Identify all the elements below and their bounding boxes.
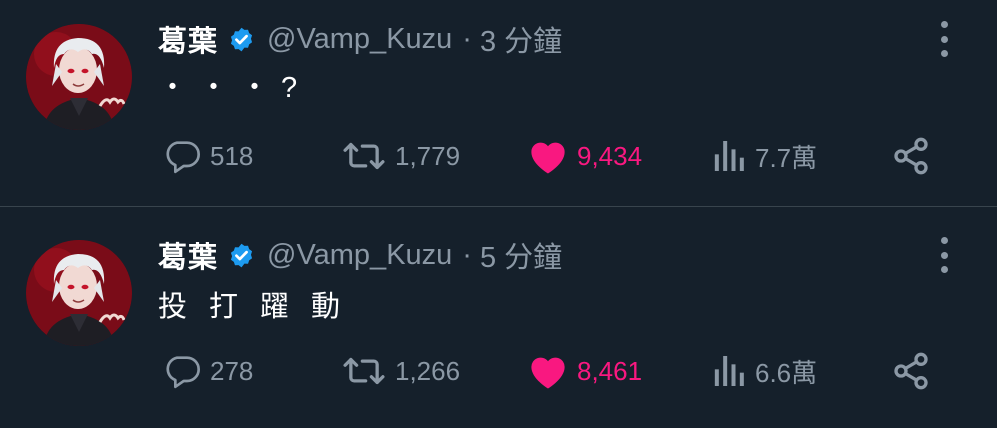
tweet[interactable]: 葛葉 @Vamp_Kuzu · 5 分鐘 投打躍動 278 1,266 8,46…: [0, 207, 997, 428]
tweet-text: 投打躍動: [158, 291, 363, 323]
analytics-icon: [714, 356, 744, 386]
display-name[interactable]: 葛葉: [158, 234, 218, 276]
tweet-text: ・・・?: [158, 72, 310, 104]
retweet-icon: [343, 142, 385, 170]
heart-icon: [531, 142, 565, 174]
views-count: 7.7萬: [755, 142, 818, 173]
views-count: 6.6萬: [755, 357, 818, 388]
like-count: 9,434: [577, 140, 643, 171]
retweet-button[interactable]: 1,266: [341, 349, 460, 393]
heart-icon: [531, 357, 565, 389]
avatar[interactable]: [26, 24, 132, 130]
user-handle[interactable]: @Vamp_Kuzu: [267, 23, 452, 56]
like-button[interactable]: 9,434: [527, 134, 642, 178]
retweet-count: 1,779: [395, 140, 461, 171]
action-bar: 518 1,779 9,434 7.7萬: [0, 134, 997, 178]
timestamp[interactable]: 3 分鐘: [480, 18, 562, 60]
tweet-header: 葛葉 @Vamp_Kuzu · 5 分鐘: [158, 238, 562, 275]
more-options-icon[interactable]: [936, 21, 952, 57]
share-button[interactable]: [890, 349, 932, 393]
reply-icon: [166, 141, 200, 174]
share-button[interactable]: [890, 134, 932, 178]
avatar[interactable]: [26, 240, 132, 346]
like-count: 8,461: [577, 355, 643, 386]
tweet[interactable]: 葛葉 @Vamp_Kuzu · 3 分鐘 ・・・? 518 1,779 9,43…: [0, 0, 997, 206]
share-icon: [894, 352, 928, 390]
verified-badge-icon: [228, 242, 255, 269]
views-button[interactable]: 6.6萬: [711, 349, 817, 393]
timestamp[interactable]: 5 分鐘: [480, 234, 562, 276]
display-name[interactable]: 葛葉: [158, 18, 218, 60]
like-button[interactable]: 8,461: [527, 349, 642, 393]
reply-button[interactable]: 278: [162, 349, 253, 393]
action-bar: 278 1,266 8,461 6.6萬: [0, 349, 997, 393]
reply-icon: [166, 356, 200, 389]
reply-count: 518: [210, 140, 254, 171]
reply-button[interactable]: 518: [162, 134, 253, 178]
retweet-button[interactable]: 1,779: [341, 134, 460, 178]
views-button[interactable]: 7.7萬: [711, 134, 817, 178]
tweet-header: 葛葉 @Vamp_Kuzu · 3 分鐘: [158, 22, 562, 59]
share-icon: [894, 137, 928, 175]
separator-dot: ·: [462, 238, 472, 271]
verified-badge-icon: [228, 26, 255, 53]
separator-dot: ·: [462, 22, 472, 55]
more-options-icon[interactable]: [936, 237, 952, 273]
retweet-icon: [343, 357, 385, 385]
analytics-icon: [714, 141, 744, 171]
retweet-count: 1,266: [395, 355, 461, 386]
tweet-feed: 葛葉 @Vamp_Kuzu · 3 分鐘 ・・・? 518 1,779 9,43…: [0, 0, 997, 428]
reply-count: 278: [210, 355, 254, 386]
user-handle[interactable]: @Vamp_Kuzu: [267, 239, 452, 272]
